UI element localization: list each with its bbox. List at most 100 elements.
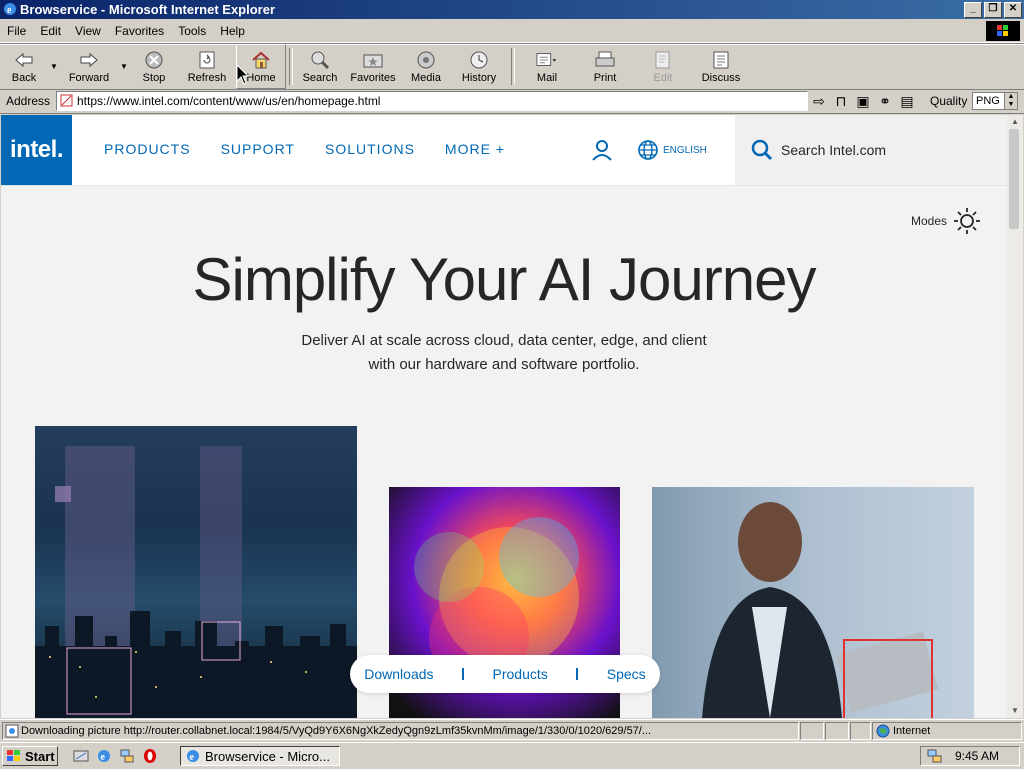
restore-button[interactable]: ❐ xyxy=(984,2,1002,18)
menu-favorites[interactable]: Favorites xyxy=(108,24,171,38)
back-dropdown[interactable]: ▼ xyxy=(48,44,60,89)
media-label: Media xyxy=(411,72,441,84)
system-tray: 9:45 AM xyxy=(920,746,1020,766)
svg-text:e: e xyxy=(101,752,106,763)
favorites-button[interactable]: Favorites xyxy=(344,44,402,89)
forward-dropdown[interactable]: ▼ xyxy=(118,44,130,89)
modes-toggle[interactable]: Modes xyxy=(911,207,981,235)
scroll-down-icon[interactable]: ▼ xyxy=(1007,704,1023,718)
back-button[interactable]: Back xyxy=(0,44,48,89)
address-input[interactable]: https://www.intel.com/content/www/us/en/… xyxy=(56,91,808,111)
edit-button[interactable]: Edit xyxy=(634,44,692,89)
user-account-icon[interactable] xyxy=(591,139,613,161)
find-binoculars-icon[interactable]: ⚭ xyxy=(876,92,894,110)
discuss-button[interactable]: Discuss xyxy=(692,44,750,89)
hero-subtitle-line2: with our hardware and software portfolio… xyxy=(368,356,640,373)
modes-label: Modes xyxy=(910,214,947,228)
tray-network-icon[interactable] xyxy=(927,748,943,764)
stop-button[interactable]: Stop xyxy=(130,44,178,89)
favorites-folder-icon xyxy=(362,49,384,71)
start-button[interactable]: Start xyxy=(2,746,58,766)
status-cell xyxy=(850,722,871,740)
show-desktop-icon[interactable] xyxy=(72,747,90,765)
quality-value: PNG xyxy=(976,95,1000,107)
refresh-button[interactable]: Refresh xyxy=(178,44,236,89)
discuss-icon xyxy=(710,49,732,71)
status-message: Downloading picture http://router.collab… xyxy=(2,722,799,740)
scroll-up-icon[interactable]: ▲ xyxy=(1007,115,1023,129)
menu-tools[interactable]: Tools xyxy=(171,24,213,38)
page-icon xyxy=(60,94,73,107)
search-button[interactable]: Search xyxy=(296,44,344,89)
windows-flag-icon xyxy=(7,750,20,761)
security-zone: Internet xyxy=(872,722,1022,740)
nav-more[interactable]: MORE + xyxy=(445,141,505,157)
address-label: Address xyxy=(6,94,51,108)
windows-logo-icon xyxy=(986,21,1020,41)
nav-solutions[interactable]: SOLUTIONS xyxy=(325,141,415,157)
search-icon xyxy=(751,139,773,161)
window-title-bar[interactable]: e Browservice - Microsoft Internet Explo… xyxy=(0,0,1024,19)
clock[interactable]: 9:45 AM xyxy=(955,749,999,763)
quick-link-specs[interactable]: Specs xyxy=(607,666,646,682)
vertical-scrollbar[interactable]: ▲ ▼ xyxy=(1007,115,1023,718)
clipboard-icon[interactable]: ▤ xyxy=(898,92,916,110)
toolbar-separator xyxy=(511,48,515,85)
nav-products[interactable]: PRODUCTS xyxy=(104,141,191,157)
print-label: Print xyxy=(593,72,617,84)
zone-label: Internet xyxy=(893,725,931,737)
discuss-label: Discuss xyxy=(701,72,741,84)
media-button[interactable]: Media xyxy=(402,44,450,89)
quality-label: Quality xyxy=(930,94,968,108)
search-label: Search xyxy=(302,72,338,84)
language-selector[interactable]: ENGLISH xyxy=(637,139,707,161)
menu-file[interactable]: File xyxy=(0,24,33,38)
forward-arrow-icon xyxy=(78,49,100,71)
standard-toolbar: Back ▼ Forward ▼ Stop Refresh Home Searc… xyxy=(0,43,1024,90)
ie-app-icon: e xyxy=(4,3,16,16)
network-icon[interactable] xyxy=(118,747,136,765)
quality-spinner-icon[interactable]: ▲ ▼ xyxy=(1004,93,1017,109)
nav-support[interactable]: SUPPORT xyxy=(221,141,295,157)
media-icon xyxy=(415,49,437,71)
menu-edit[interactable]: Edit xyxy=(33,24,68,38)
minimize-button[interactable]: _ xyxy=(964,2,982,18)
hero-title: Simplify Your AI Journey xyxy=(192,246,816,313)
quick-link-downloads[interactable]: Downloads xyxy=(364,666,433,682)
quick-link-products[interactable]: Products xyxy=(493,666,548,682)
print-button[interactable]: Print xyxy=(576,44,634,89)
taskbar: Start e e Browservice - Micro... 9:45 AM xyxy=(0,742,1024,769)
hero-subtitle: Deliver AI at scale across cloud, data c… xyxy=(1,329,1007,377)
printer-icon xyxy=(594,49,616,71)
back-label: Back xyxy=(11,72,37,84)
close-button[interactable]: ✕ xyxy=(1004,2,1022,18)
taskbar-item-label: Browservice - Micro... xyxy=(205,748,330,764)
globe-icon xyxy=(638,140,658,160)
city-night-image[interactable] xyxy=(35,426,357,718)
menu-help[interactable]: Help xyxy=(213,24,252,38)
taskbar-item-browser[interactable]: e Browservice - Micro... xyxy=(180,746,340,766)
opera-icon[interactable] xyxy=(141,747,159,765)
intel-logo[interactable]: intel. xyxy=(1,115,72,185)
status-bar: Downloading picture http://router.collab… xyxy=(0,719,1024,742)
forward-label: Forward xyxy=(68,72,110,84)
edit-label: Edit xyxy=(653,72,673,84)
start-label: Start xyxy=(25,748,55,764)
history-clock-icon xyxy=(468,49,490,71)
mail-button[interactable]: Mail xyxy=(518,44,576,89)
menu-view[interactable]: View xyxy=(68,24,108,38)
page-view-icon[interactable]: ▣ xyxy=(854,92,872,110)
ie-quicklaunch-icon[interactable]: e xyxy=(95,747,113,765)
quality-select[interactable]: PNG ▲ ▼ xyxy=(972,92,1018,110)
forward-button[interactable]: Forward xyxy=(60,44,118,89)
go-arrow-icon[interactable]: ⇨ xyxy=(810,92,828,110)
scroll-thumb[interactable] xyxy=(1009,129,1019,229)
status-cell xyxy=(825,722,849,740)
bookmark-icon[interactable]: ⊓ xyxy=(832,92,850,110)
site-search[interactable]: Search Intel.com xyxy=(735,115,1007,185)
man-with-laptop-image[interactable] xyxy=(652,487,974,718)
history-button[interactable]: History xyxy=(450,44,508,89)
internet-globe-icon xyxy=(876,724,890,738)
mouse-cursor-icon xyxy=(236,64,250,85)
quick-link-separator xyxy=(462,668,465,680)
